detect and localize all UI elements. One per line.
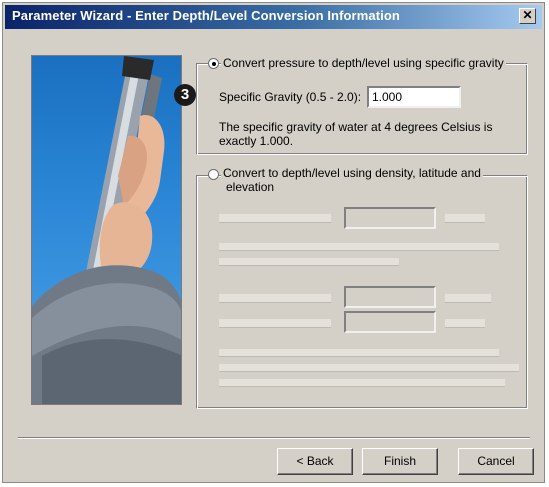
back-button[interactable]: < Back	[277, 448, 353, 475]
window-title: Parameter Wizard - Enter Depth/Level Con…	[12, 8, 400, 23]
density-units-label	[445, 214, 485, 223]
finish-button[interactable]: Finish	[362, 448, 438, 475]
density-note-line1	[219, 243, 499, 251]
elevation-field-label	[219, 319, 331, 328]
specific-gravity-input[interactable]: 1.000	[367, 86, 461, 108]
density-input[interactable]	[344, 207, 436, 229]
gravity-note-line1: The specific gravity of water at 4 degre…	[219, 120, 493, 134]
specific-gravity-label: Specific Gravity (0.5 - 2.0):	[219, 90, 362, 104]
density-radio-label-line1[interactable]: Convert to depth/level using density, la…	[221, 166, 483, 180]
gravity-radio-label[interactable]: Convert pressure to depth/level using sp…	[221, 56, 506, 70]
hand-holding-probe-illustration	[32, 56, 181, 404]
latitude-input[interactable]	[344, 286, 436, 308]
button-separator	[18, 437, 530, 439]
gravity-note-line2: exactly 1.000.	[219, 134, 294, 148]
cancel-button[interactable]: Cancel	[458, 448, 534, 475]
title-bar: Parameter Wizard - Enter Depth/Level Con…	[5, 5, 542, 29]
density-field-label	[219, 214, 331, 223]
density-radio[interactable]	[208, 169, 219, 180]
elevation-input[interactable]	[344, 311, 436, 333]
step-number-badge: 3	[174, 84, 196, 106]
probe-photo	[31, 55, 182, 405]
density-radio-label-line2: elevation	[226, 180, 275, 194]
elevation-note-line3	[219, 379, 505, 387]
close-button[interactable]: ✕	[519, 8, 536, 24]
gravity-radio[interactable]	[208, 58, 219, 69]
elevation-note-line2	[219, 364, 519, 372]
elevation-units-label	[445, 319, 485, 328]
latitude-units-label	[445, 294, 491, 303]
elevation-note-line1	[219, 349, 499, 357]
density-note-line2	[219, 258, 399, 266]
latitude-field-label	[219, 294, 331, 303]
